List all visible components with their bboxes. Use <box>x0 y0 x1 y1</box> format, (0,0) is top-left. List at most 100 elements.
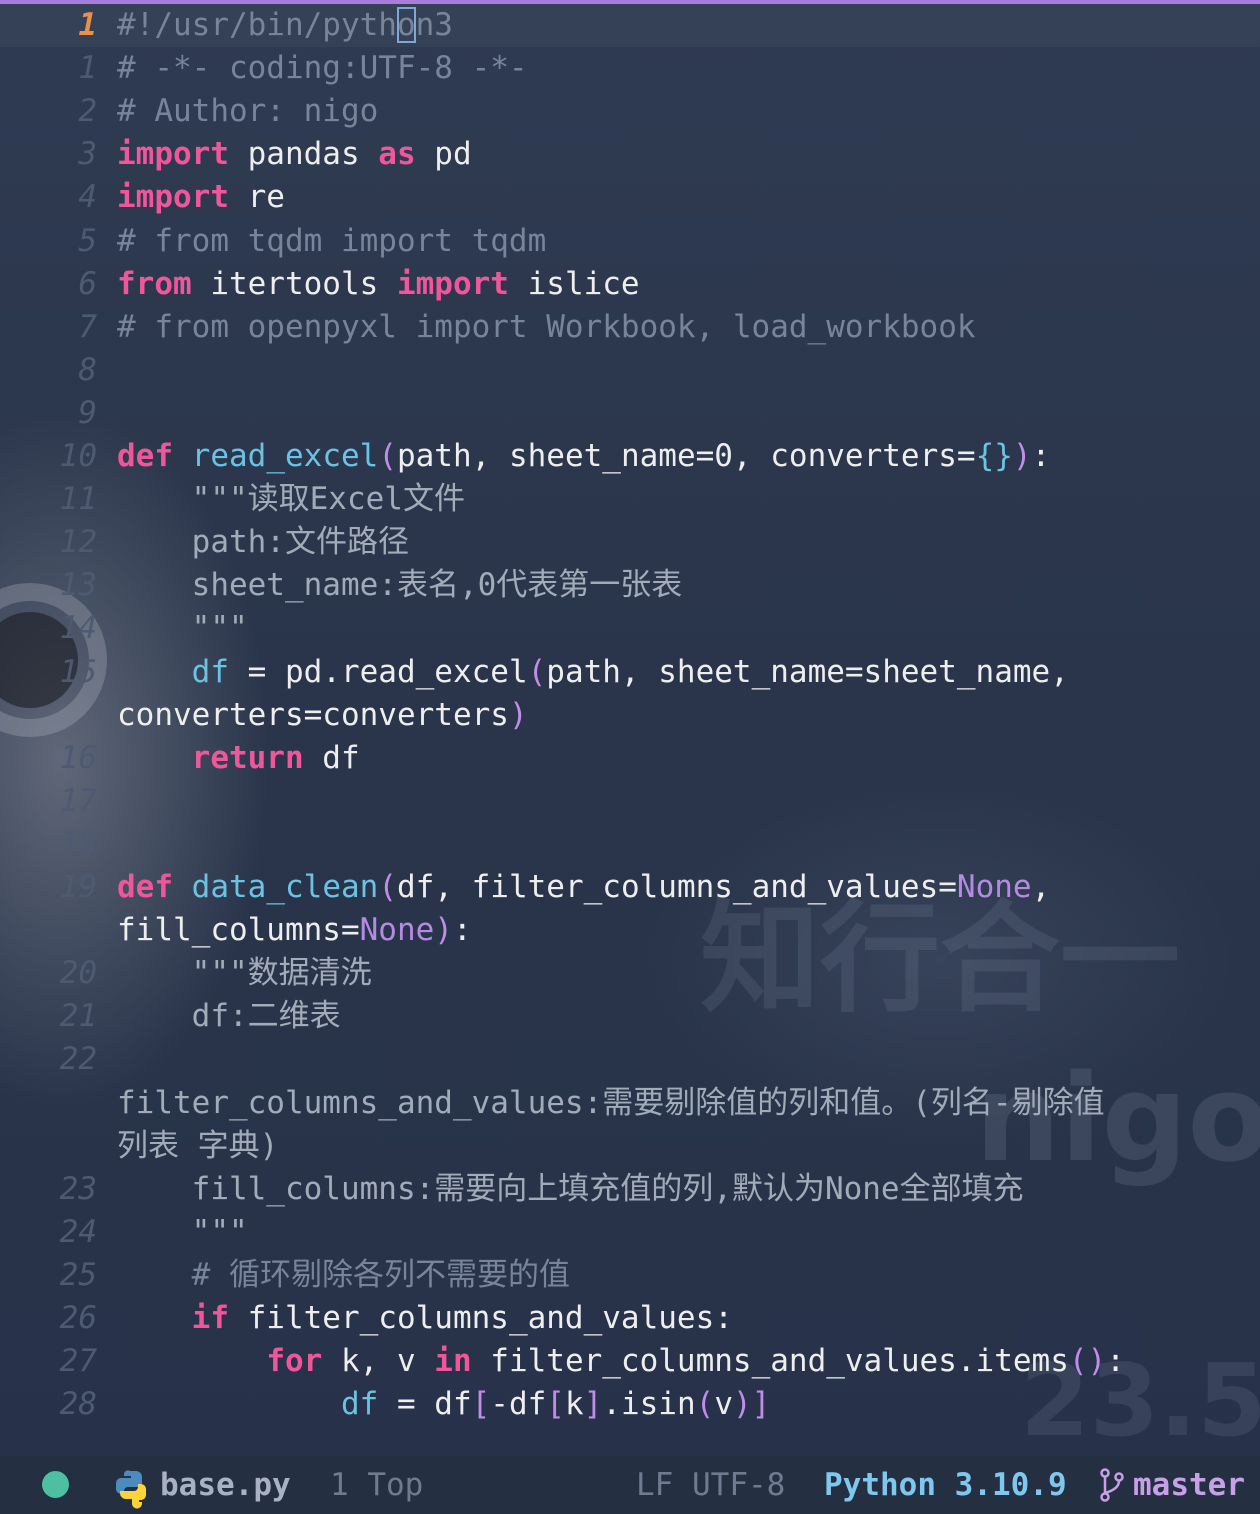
code-text: converters=converters) <box>117 694 528 737</box>
code-line[interactable]: 17 <box>0 780 1260 823</box>
line-number: 16 <box>59 739 97 776</box>
line-number: 22 <box>59 1041 97 1078</box>
code-line[interactable]: 21 df:二维表 <box>0 995 1260 1038</box>
code-token: df <box>303 739 360 776</box>
code-line[interactable]: 11 """读取Excel文件 <box>0 478 1260 521</box>
code-line[interactable]: 20 """数据清洗 <box>0 952 1260 995</box>
code-line[interactable]: 26 if filter_columns_and_values: <box>0 1297 1260 1340</box>
line-number: 19 <box>59 869 97 905</box>
code-token: read_excel <box>191 438 379 474</box>
code-token: k <box>564 1386 584 1423</box>
code-token: [ <box>546 1386 565 1423</box>
code-line[interactable]: converters=converters) <box>0 694 1260 737</box>
code-token: -df <box>490 1386 547 1423</box>
code-token: as <box>378 136 416 173</box>
code-line[interactable]: 6 from itertools import islice <box>0 263 1260 306</box>
code-token: ] <box>583 1386 603 1423</box>
code-text: # -*- coding:UTF-8 -*- <box>117 47 528 90</box>
code-token: = pd.read_excel <box>228 653 528 690</box>
file-name[interactable]: base.py <box>160 1456 291 1514</box>
line-number: 13 <box>59 567 97 604</box>
code-text: import re <box>117 176 285 219</box>
code-token: # Author: nigo <box>117 93 379 130</box>
line-number: 25 <box>59 1256 97 1293</box>
code-line[interactable]: filter_columns_and_values:需要剔除值的列和值。(列名-… <box>0 1082 1260 1125</box>
code-line[interactable]: 27 for k, v in filter_columns_and_values… <box>0 1340 1260 1383</box>
code-text: def data_clean(df, filter_columns_and_va… <box>117 866 1050 909</box>
code-line[interactable]: 24 """ <box>0 1211 1260 1254</box>
git-branch[interactable]: master <box>1133 1456 1245 1514</box>
code-line[interactable]: fill_columns=None): <box>0 909 1260 952</box>
code-text: sheet_name:表名,0代表第一张表 <box>117 564 683 607</box>
code-token: {} <box>975 438 1013 474</box>
line-number: 3 <box>78 136 97 173</box>
file-encoding[interactable]: UTF-8 <box>692 1456 785 1514</box>
code-token: v <box>714 1386 733 1423</box>
code-line[interactable]: 25 # 循环剔除各列不需要的值 <box>0 1254 1260 1297</box>
code-token: None <box>956 869 1032 905</box>
code-line[interactable]: 10 def read_excel(path, sheet_name=0, con… <box>0 435 1260 478</box>
code-token: = df <box>378 1386 472 1423</box>
code-line[interactable]: 列表 字典) <box>0 1125 1260 1168</box>
code-line[interactable]: 23 fill_columns:需要向上填充值的列,默认为None全部填充 <box>0 1168 1260 1211</box>
code-line[interactable]: 28 df = df[-df[k].isin(v)] <box>0 1383 1260 1426</box>
python-interpreter[interactable]: Python 3.10.9 <box>824 1456 1067 1514</box>
code-line[interactable]: 3 import pandas as pd <box>0 133 1260 176</box>
text-cursor: o <box>396 7 416 43</box>
line-ending[interactable]: LF <box>636 1456 673 1514</box>
code-token: sheet_name:表名,0代表第一张表 <box>117 567 683 604</box>
code-editor[interactable]: 1 #!/usr/bin/python3 1 # -*- coding:UTF-8 -… <box>0 4 1260 1456</box>
code-token: [ <box>471 1386 491 1423</box>
code-line[interactable]: 1 # -*- coding:UTF-8 -*- <box>0 47 1260 90</box>
code-token: fill_columns:需要向上填充值的列,默认为None全部填充 <box>117 1170 1024 1207</box>
code-line[interactable]: 7 # from openpyxl import Workbook, load_w… <box>0 306 1260 349</box>
line-number: 7 <box>78 308 97 345</box>
code-token: import <box>396 265 509 302</box>
code-text: df = df[-df[k].isin(v)] <box>117 1383 770 1426</box>
code-line[interactable]: 18 <box>0 823 1260 866</box>
code-line[interactable]: 9 <box>0 392 1260 435</box>
code-line[interactable]: 1 #!/usr/bin/python3 <box>0 4 1260 47</box>
code-token: import <box>117 179 229 216</box>
code-token: def <box>117 869 173 905</box>
code-text: fill_columns=None): <box>117 909 472 952</box>
code-token: )] <box>732 1386 771 1423</box>
code-text: return df <box>117 737 360 780</box>
code-text: path:文件路径 <box>117 521 409 564</box>
code-text: def read_excel(path, sheet_name=0, conve… <box>117 435 1050 478</box>
code-line[interactable]: 14 """ <box>0 607 1260 650</box>
code-line[interactable]: 5 # from tqdm import tqdm <box>0 220 1260 263</box>
line-number: 28 <box>59 1386 97 1423</box>
code-line[interactable]: 13 sheet_name:表名,0代表第一张表 <box>0 564 1260 607</box>
line-number: 4 <box>78 179 97 216</box>
code-token: return <box>191 739 304 776</box>
code-token: data_clean <box>191 869 379 905</box>
code-line[interactable]: 4 import re <box>0 176 1260 219</box>
code-token: ) <box>508 696 528 733</box>
line-number: 10 <box>59 438 97 474</box>
code-text: df = pd.read_excel(path, sheet_name=shee… <box>117 651 1069 694</box>
code-line[interactable]: 16 return df <box>0 737 1260 780</box>
git-branch-icon <box>1098 1456 1126 1514</box>
code-line[interactable]: 8 <box>0 349 1260 392</box>
code-text: fill_columns:需要向上填充值的列,默认为None全部填充 <box>117 1168 1024 1211</box>
line-number: 1 <box>78 7 97 43</box>
line-number: 1 <box>78 50 97 87</box>
code-token: , <box>1031 869 1051 905</box>
code-line[interactable]: 2 # Author: nigo <box>0 90 1260 133</box>
code-token: pandas <box>228 136 379 173</box>
line-number: 14 <box>59 610 97 647</box>
code-token: df, filter_columns_and_values= <box>396 869 957 905</box>
code-token: converters=converters <box>117 696 509 733</box>
code-token: re <box>228 179 285 216</box>
code-line[interactable]: 15 df = pd.read_excel(path, sheet_name=s… <box>0 651 1260 694</box>
line-number: 8 <box>78 351 97 388</box>
code-token: ( <box>695 1386 715 1423</box>
code-token: """ <box>117 610 248 647</box>
code-line[interactable]: 12 path:文件路径 <box>0 521 1260 564</box>
code-line[interactable]: 19 def data_clean(df, filter_columns_and_… <box>0 866 1260 909</box>
code-line[interactable]: 22 <box>0 1038 1260 1081</box>
